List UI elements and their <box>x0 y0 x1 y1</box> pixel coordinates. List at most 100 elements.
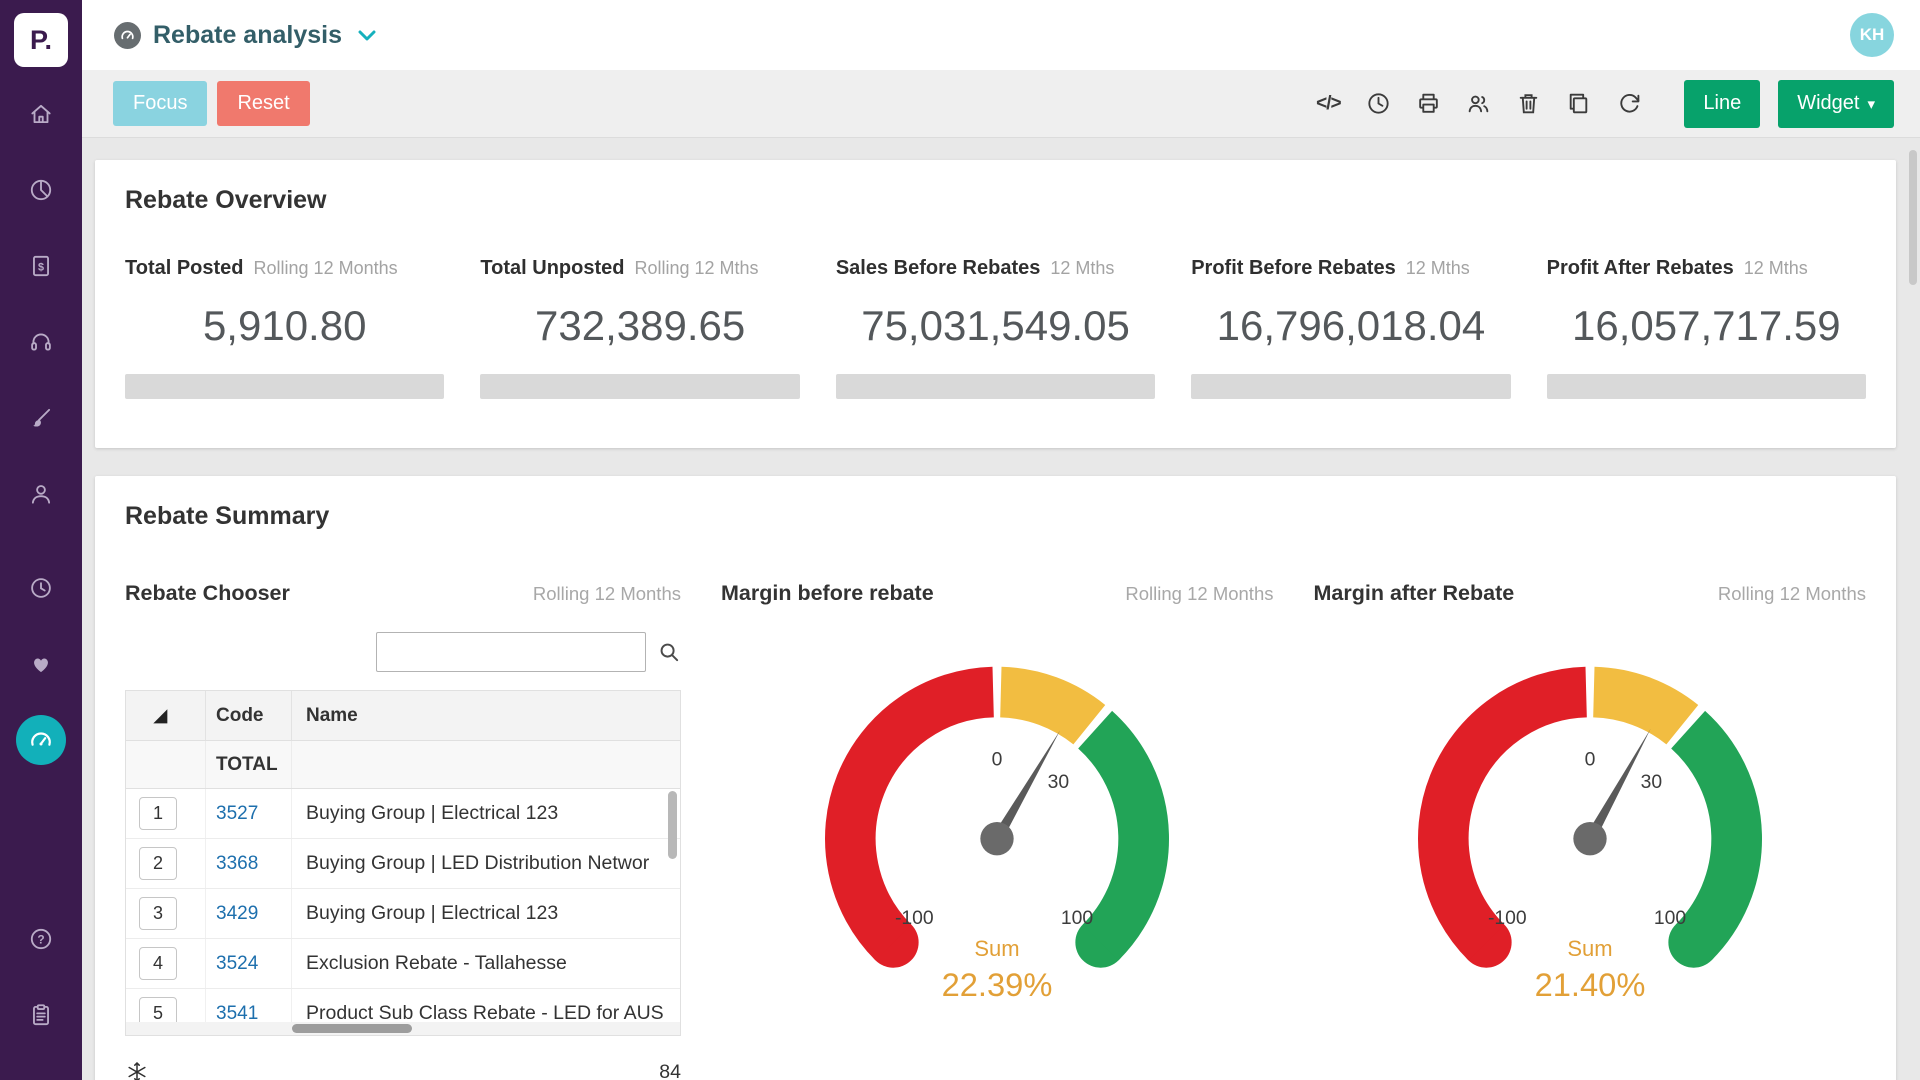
table-row[interactable]: 1 3527 Buying Group | Electrical 123 <box>126 789 680 839</box>
sidebar-item-tasks[interactable] <box>16 990 66 1040</box>
margin-after-rebate-widget[interactable]: Margin after Rebate Rolling 12 Months 0 … <box>1314 581 1867 1080</box>
kpi-row: Total PostedRolling 12 Months 5,910.80 T… <box>125 257 1866 399</box>
code-link[interactable]: 3368 <box>216 853 258 875</box>
kpi-value: 75,031,549.05 <box>836 302 1155 350</box>
kpi-total-unposted[interactable]: Total UnpostedRolling 12 Mths 732,389.65 <box>480 257 799 399</box>
print-button[interactable] <box>1410 86 1446 122</box>
total-row[interactable]: TOTAL <box>126 741 680 789</box>
avatar-initials: KH <box>1860 25 1885 45</box>
user-avatar[interactable]: KH <box>1850 13 1894 57</box>
sidebar-item-analytics[interactable] <box>16 165 66 215</box>
chooser-footer: 84 <box>125 1060 681 1080</box>
code-link[interactable]: 3541 <box>216 1003 258 1023</box>
sidebar-item-help[interactable]: ? <box>16 914 66 964</box>
dashboard-gauge-icon <box>27 726 55 754</box>
delete-button[interactable] <box>1510 86 1546 122</box>
pie-chart-icon <box>28 177 54 203</box>
gauge-tick-min: -100 <box>1488 908 1527 929</box>
gauge-hub <box>981 822 1014 855</box>
table-horizontal-scrollbar[interactable] <box>126 1022 680 1035</box>
table-row[interactable]: 4 3524 Exclusion Rebate - Tallahesse <box>126 939 680 989</box>
trash-icon <box>1516 91 1541 116</box>
freeze-button[interactable] <box>125 1060 149 1080</box>
kpi-profit-before-rebates[interactable]: Profit Before Rebates12 Mths 16,796,018.… <box>1191 257 1510 399</box>
title-chevron-down-icon[interactable] <box>358 30 376 41</box>
horizontal-scrollbar-thumb[interactable] <box>292 1024 412 1033</box>
dashboard-toolbar: Focus Reset </> <box>82 70 1920 138</box>
kpi-profit-after-rebates[interactable]: Profit After Rebates12 Mths 16,057,717.5… <box>1547 257 1866 399</box>
gauge-yellow-arc <box>1001 692 1089 725</box>
schedule-button[interactable] <box>1360 86 1396 122</box>
refresh-button[interactable] <box>1610 86 1646 122</box>
duplicate-button[interactable] <box>1560 86 1596 122</box>
code-link[interactable]: 3527 <box>216 803 258 825</box>
embed-code-button[interactable]: </> <box>1310 86 1346 122</box>
users-icon <box>1466 91 1491 116</box>
sidebar-item-financial[interactable]: $ <box>16 241 66 291</box>
gauge-green-arc <box>1095 730 1144 943</box>
column-header-code[interactable]: Code <box>206 691 292 740</box>
gauge-yellow-arc <box>1594 692 1682 725</box>
sidebar: P. $ <box>0 0 82 1080</box>
user-icon <box>28 481 54 507</box>
table-row[interactable]: 5 3541 Product Sub Class Rebate - LED fo… <box>126 989 680 1022</box>
gauge-title: Margin after Rebate <box>1314 581 1515 606</box>
sidebar-item-favourites[interactable] <box>16 639 66 689</box>
focus-triangle-icon[interactable]: ◢ <box>154 706 167 726</box>
row-number-button[interactable]: 3 <box>139 897 177 930</box>
code-link[interactable]: 3524 <box>216 953 258 975</box>
logo-text: P. <box>30 25 52 56</box>
rebate-name: Product Sub Class Rebate - LED for AUS <box>292 1002 680 1022</box>
sidebar-item-recent[interactable] <box>16 563 66 613</box>
code-link[interactable]: 3429 <box>216 903 258 925</box>
app-window: P. $ <box>0 0 1920 1080</box>
sidebar-item-home[interactable] <box>16 89 66 139</box>
widget-button[interactable]: Widget▾ <box>1778 80 1894 128</box>
gauge-period: Rolling 12 Months <box>1125 583 1273 605</box>
sidebar-item-dashboards[interactable] <box>16 715 66 765</box>
gauge-chart: 0 30 -100 100 Sum 22.39% <box>797 632 1197 1012</box>
rebate-name: Buying Group | Electrical 123 <box>292 802 680 825</box>
copy-icon <box>1566 91 1591 116</box>
brush-icon <box>28 405 54 431</box>
gauge-tick-0: 0 <box>1584 749 1595 770</box>
gauge-sum-label: Sum <box>975 936 1020 961</box>
margin-before-rebate-widget[interactable]: Margin before rebate Rolling 12 Months 0… <box>721 581 1274 1080</box>
kpi-value: 16,796,018.04 <box>1191 302 1510 350</box>
focus-button[interactable]: Focus <box>113 81 207 126</box>
sidebar-item-customise[interactable] <box>16 393 66 443</box>
sidebar-item-support[interactable] <box>16 317 66 367</box>
clock-icon <box>1366 91 1391 116</box>
search-button[interactable] <box>658 641 681 664</box>
svg-text:?: ? <box>37 932 44 946</box>
window-scrollbar-thumb[interactable] <box>1909 150 1917 285</box>
table-row[interactable]: 2 3368 Buying Group | LED Distribution N… <box>126 839 680 889</box>
line-button[interactable]: Line <box>1684 80 1760 128</box>
column-header-name[interactable]: Name <box>292 705 680 727</box>
table-vertical-scrollbar[interactable] <box>668 791 677 1016</box>
kpi-total-posted[interactable]: Total PostedRolling 12 Months 5,910.80 <box>125 257 444 399</box>
gauge-red-arc <box>1443 692 1586 942</box>
vertical-scrollbar-thumb[interactable] <box>668 791 677 859</box>
kpi-value: 732,389.65 <box>480 302 799 350</box>
row-number-button[interactable]: 5 <box>139 997 177 1022</box>
sidebar-item-users[interactable] <box>16 469 66 519</box>
window-scrollbar[interactable] <box>1909 150 1917 1060</box>
reset-button[interactable]: Reset <box>217 81 309 126</box>
row-number-button[interactable]: 2 <box>139 847 177 880</box>
kpi-value: 16,057,717.59 <box>1547 302 1866 350</box>
kpi-label: Total Unposted <box>480 257 624 279</box>
rebate-chooser-period: Rolling 12 Months <box>533 583 681 605</box>
code-icon: </> <box>1316 93 1340 115</box>
kpi-sales-before-rebates[interactable]: Sales Before Rebates12 Mths 75,031,549.0… <box>836 257 1155 399</box>
row-number-button[interactable]: 1 <box>139 797 177 830</box>
kpi-progress-bar <box>1547 374 1866 399</box>
kpi-value: 5,910.80 <box>125 302 444 350</box>
share-users-button[interactable] <box>1460 86 1496 122</box>
phocas-logo[interactable]: P. <box>14 13 68 67</box>
rebate-chooser-title: Rebate Chooser <box>125 581 290 606</box>
clipboard-icon <box>28 1002 54 1028</box>
table-row[interactable]: 3 3429 Buying Group | Electrical 123 <box>126 889 680 939</box>
chooser-search-input[interactable] <box>376 632 646 672</box>
row-number-button[interactable]: 4 <box>139 947 177 980</box>
